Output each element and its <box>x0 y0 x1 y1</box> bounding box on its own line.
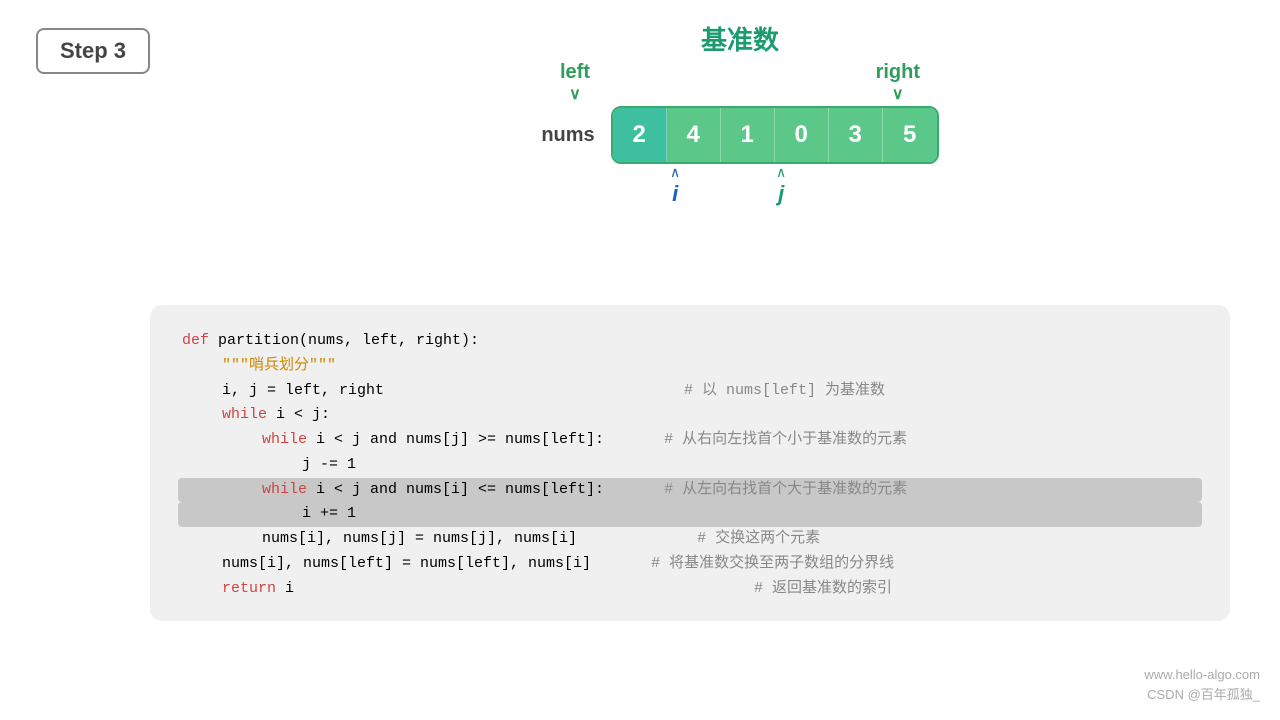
code-while1-cond: i < j: <box>276 403 330 428</box>
array-cell-2: 1 <box>721 108 775 162</box>
array-cell-1: 4 <box>667 108 721 162</box>
left-pointer-label: left <box>560 61 590 84</box>
cmt-10: # 将基准数交换至两子数组的分界线 <box>651 552 894 577</box>
nums-label: nums <box>541 124 594 147</box>
i-arrow-up: ∧ <box>670 164 680 181</box>
code-line-9: nums[i], nums[j] = nums[j], nums[i] # 交换… <box>182 527 1198 552</box>
code-i-incr: i += 1 <box>302 502 356 527</box>
code-line-1: def partition(nums, left, right): <box>182 329 1198 354</box>
pivot-label: 基准数 <box>701 20 779 57</box>
array-cell-5: 5 <box>883 108 937 162</box>
code-while3-cond: i < j and nums[i] <= nums[left]: <box>316 478 604 503</box>
code-line-5: while i < j and nums[j] >= nums[left]: #… <box>182 428 1198 453</box>
kw-while2: while <box>262 428 316 453</box>
code-swap2: nums[i], nums[left] = nums[left], nums[i… <box>222 552 591 577</box>
watermark-line1: www.hello-algo.com <box>1144 665 1260 685</box>
array-wrapper: 2 4 1 0 3 5 <box>611 106 939 164</box>
cmt-9: # 交换这两个元素 <box>697 527 820 552</box>
j-pointer: ∧ j <box>776 164 786 207</box>
array-container: nums 2 4 1 0 3 5 <box>541 106 938 164</box>
code-line-7: while i < j and nums[i] <= nums[left]: #… <box>178 478 1202 503</box>
pointer-row: left ∨ right ∨ <box>560 61 920 104</box>
cmt-3: # 以 nums[left] 为基准数 <box>684 379 885 404</box>
watermark-line2: CSDN @百年孤独_ <box>1144 685 1260 705</box>
code-block: def partition(nums, left, right): """哨兵划… <box>150 305 1230 621</box>
code-line-11: return i # 返回基准数的索引 <box>182 577 1198 602</box>
right-arrow-down: ∨ <box>892 84 904 104</box>
cmt-7: # 从左向右找首个大于基准数的元素 <box>664 478 907 503</box>
kw-return: return <box>222 577 285 602</box>
array-cell-0: 2 <box>613 108 667 162</box>
right-pointer: right ∨ <box>876 61 920 104</box>
j-label: j <box>778 181 784 207</box>
cmt-11: # 返回基准数的索引 <box>754 577 892 602</box>
code-line-8: i += 1 <box>178 502 1202 527</box>
kw-def: def <box>182 329 218 354</box>
docstring: """哨兵划分""" <box>222 354 336 379</box>
right-pointer-label: right <box>876 61 920 84</box>
array-cell-4: 3 <box>829 108 883 162</box>
code-swap1: nums[i], nums[j] = nums[j], nums[i] <box>262 527 577 552</box>
j-arrow-up: ∧ <box>776 164 786 181</box>
code-return-i: i <box>285 577 294 602</box>
watermark: www.hello-algo.com CSDN @百年孤独_ <box>1144 665 1260 704</box>
kw-while1: while <box>222 403 276 428</box>
code-j-decr: j -= 1 <box>302 453 356 478</box>
left-arrow-down: ∨ <box>569 84 581 104</box>
code-line-3: i, j = left, right # 以 nums[left] 为基准数 <box>182 379 1198 404</box>
array-cell-3: 0 <box>775 108 829 162</box>
code-while2-cond: i < j and nums[j] >= nums[left]: <box>316 428 604 453</box>
cmt-5: # 从右向左找首个小于基准数的元素 <box>664 428 907 453</box>
left-pointer: left ∨ <box>560 61 590 104</box>
viz-area: 基准数 left ∨ right ∨ nums 2 4 1 0 3 5 ∧ i <box>300 20 1180 216</box>
kw-while3: while <box>262 478 316 503</box>
bottom-pointers: ∧ i ∧ j <box>594 164 954 216</box>
code-line-4: while i < j: <box>182 403 1198 428</box>
code-line-6: j -= 1 <box>182 453 1198 478</box>
code-line-2: """哨兵划分""" <box>182 354 1198 379</box>
step-badge: Step 3 <box>36 28 150 74</box>
i-label: i <box>672 181 678 207</box>
i-pointer: ∧ i <box>670 164 680 207</box>
code-ij-assign: i, j = left, right <box>222 379 384 404</box>
code-line-10: nums[i], nums[left] = nums[left], nums[i… <box>182 552 1198 577</box>
fn-name: partition(nums, left, right): <box>218 329 479 354</box>
